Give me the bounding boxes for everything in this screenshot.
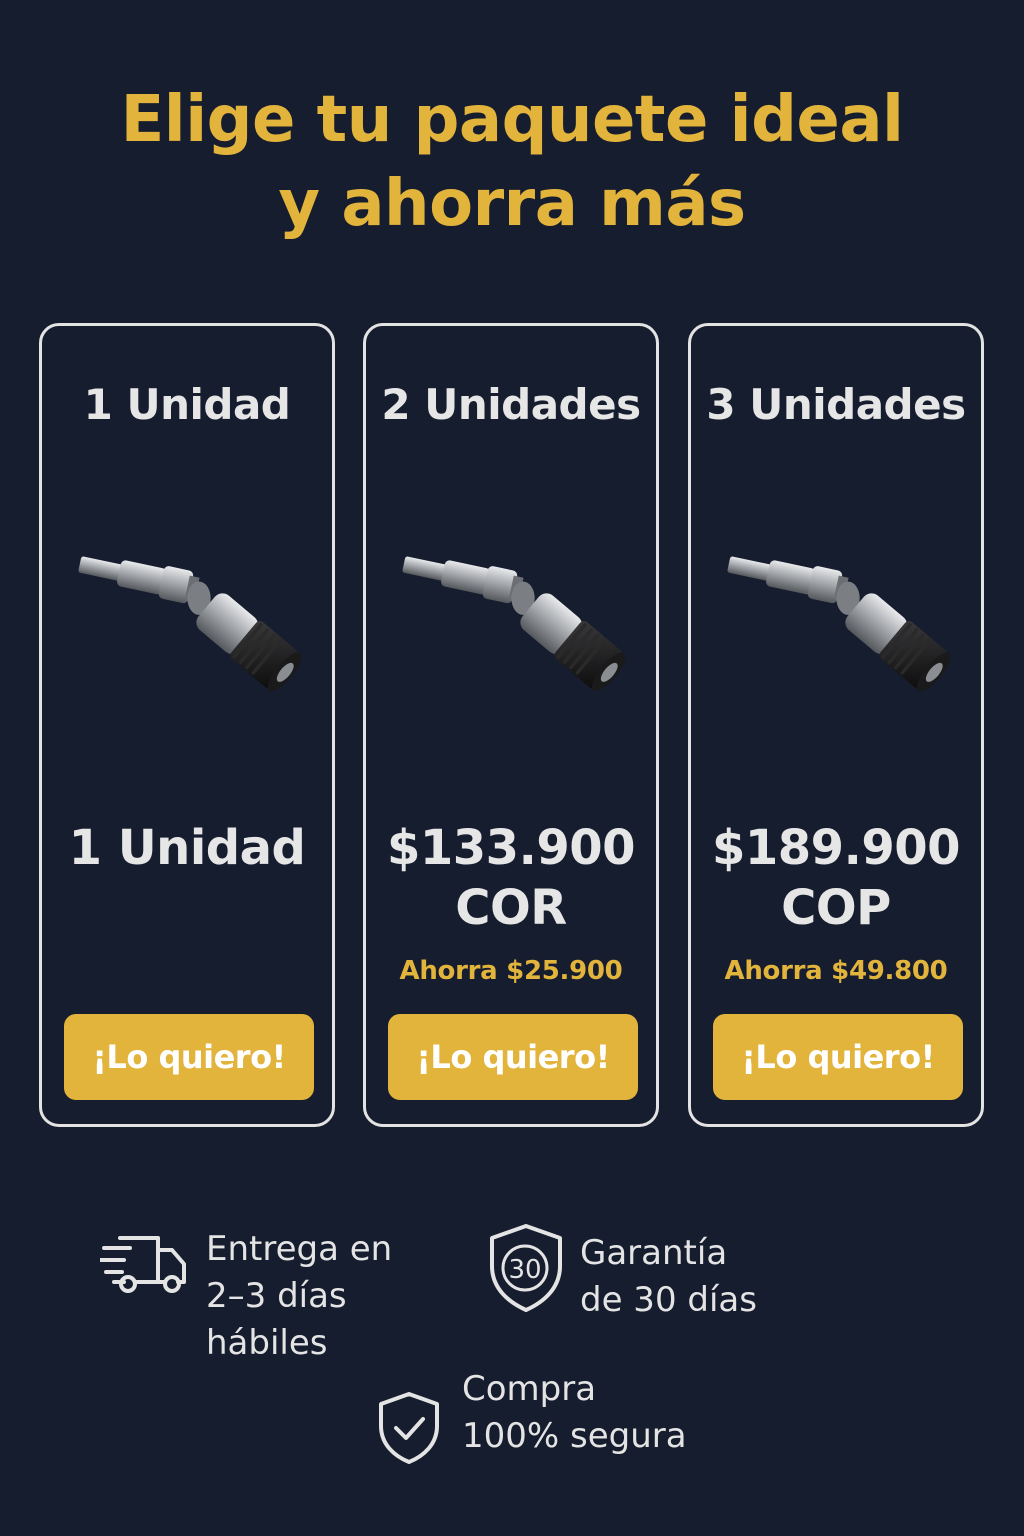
secure-line-1: Compra — [462, 1369, 597, 1409]
delivery-line-2: 2–3 días — [206, 1276, 347, 1316]
warranty-text: Garantía de 30 días — [580, 1230, 757, 1324]
package-title: 1 Unidad — [83, 380, 291, 429]
package-card-2-units: 2 Unidades $133.900 COR Ahorra $25.900 ¡… — [363, 323, 659, 1127]
price-currency: COP — [781, 880, 891, 936]
delivery-line-3: hábiles — [206, 1323, 328, 1363]
package-card-1-unit: 1 Unidad 1 Unidad ¡Lo quiero! — [39, 323, 335, 1127]
price-currency: COR — [455, 880, 567, 936]
secure-line-2: 100% segura — [462, 1416, 687, 1456]
package-card-3-units: 3 Unidades $189.900 COP Ahorra $49.800 ¡… — [688, 323, 984, 1127]
secure-text: Compra 100% segura — [462, 1366, 687, 1460]
headline-line-2: y ahorra más — [278, 167, 746, 241]
order-button[interactable]: ¡Lo quiero! — [64, 1014, 314, 1100]
shield-check-icon — [379, 1392, 439, 1464]
warranty-line-2: de 30 días — [580, 1280, 757, 1320]
package-price: $189.900 COP — [691, 818, 981, 938]
page-headline: Elige tu paquete ideal y ahorra más — [0, 78, 1024, 246]
delivery-truck-icon — [100, 1236, 186, 1293]
package-price: 1 Unidad — [42, 818, 332, 878]
product-image — [725, 547, 956, 696]
package-title: 3 Unidades — [706, 380, 966, 429]
warranty-line-1: Garantía — [580, 1233, 728, 1273]
shield-30-icon: 30 — [490, 1224, 562, 1312]
delivery-line-1: Entrega en — [206, 1229, 393, 1269]
headline-line-1: Elige tu paquete ideal — [120, 83, 904, 157]
price-amount: 1 Unidad — [68, 820, 306, 876]
warranty-badge-number: 30 — [508, 1255, 541, 1285]
package-price: $133.900 COR — [366, 818, 656, 938]
price-amount: $189.900 — [711, 820, 961, 876]
order-button[interactable]: ¡Lo quiero! — [388, 1014, 638, 1100]
savings-label: Ahorra $25.900 — [399, 956, 623, 986]
product-image — [76, 547, 307, 696]
order-button[interactable]: ¡Lo quiero! — [713, 1014, 963, 1100]
package-title: 2 Unidades — [381, 380, 641, 429]
price-amount: $133.900 — [386, 820, 636, 876]
delivery-text: Entrega en 2–3 días hábiles — [206, 1226, 392, 1367]
savings-label: Ahorra $49.800 — [724, 956, 948, 986]
product-image — [400, 547, 631, 696]
